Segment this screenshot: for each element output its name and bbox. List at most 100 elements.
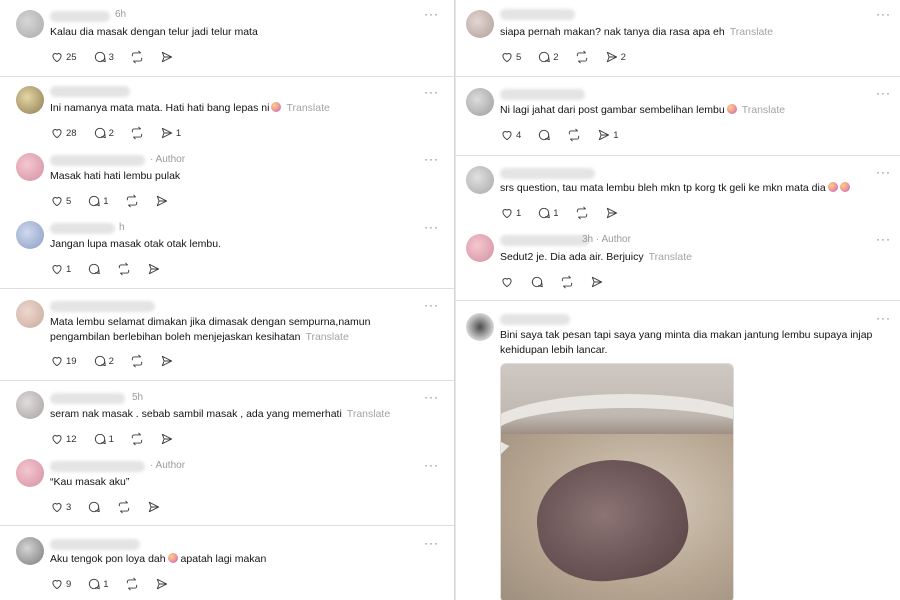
more-options-icon[interactable]: ··· [876, 86, 891, 100]
username[interactable] [500, 314, 570, 325]
reply-button[interactable]: 1 [537, 206, 559, 220]
reply-post[interactable]: ··· srs question, tau mata lembu bleh mk… [456, 156, 900, 226]
reply-post[interactable]: ··· Bini saya tak pesan tapi saya yang m… [456, 301, 900, 600]
reply-button[interactable] [87, 500, 101, 514]
username[interactable] [500, 168, 595, 179]
username[interactable] [50, 461, 145, 472]
reply-button[interactable]: 3 [93, 50, 114, 64]
reply-post[interactable]: ··· siapa pernah makan? nak tanya dia ra… [456, 0, 900, 76]
like-button[interactable]: 4 [500, 128, 521, 142]
translate-link[interactable]: Translate [286, 102, 329, 114]
reply-button[interactable]: 1 [87, 194, 109, 208]
more-options-icon[interactable]: ··· [876, 232, 891, 246]
translate-link[interactable]: Translate [347, 408, 390, 420]
reply-post[interactable]: · Author ··· Masak hati hati lembu pulak… [0, 147, 454, 215]
more-options-icon[interactable]: ··· [424, 220, 439, 234]
more-options-icon[interactable]: ··· [424, 458, 439, 472]
more-options-icon[interactable]: ··· [424, 85, 439, 99]
avatar[interactable] [16, 300, 44, 328]
more-options-icon[interactable]: ··· [424, 298, 439, 312]
repost-button[interactable] [125, 194, 139, 208]
like-button[interactable] [500, 275, 514, 289]
post-photo[interactable] [500, 363, 734, 600]
more-options-icon[interactable]: ··· [876, 165, 891, 179]
share-button[interactable] [160, 354, 174, 368]
share-button[interactable] [147, 500, 161, 514]
share-button[interactable] [147, 262, 161, 276]
reply-post[interactable]: 3h · Author ··· Sedut2 je. Dia ada air. … [456, 226, 900, 300]
more-options-icon[interactable]: ··· [424, 390, 439, 404]
more-options-icon[interactable]: ··· [424, 152, 439, 166]
share-button[interactable] [160, 432, 174, 446]
avatar[interactable] [16, 86, 44, 114]
reply-button[interactable]: 2 [93, 126, 114, 140]
repost-button[interactable] [130, 126, 144, 140]
avatar[interactable] [466, 88, 494, 116]
reply-button[interactable]: 1 [93, 432, 114, 446]
reply-button[interactable]: 2 [93, 354, 114, 368]
username[interactable] [50, 301, 155, 312]
more-options-icon[interactable]: ··· [424, 7, 439, 21]
avatar[interactable] [16, 537, 44, 565]
reply-button[interactable] [530, 275, 544, 289]
share-button[interactable]: 1 [597, 128, 619, 142]
like-button[interactable]: 3 [50, 500, 71, 514]
avatar[interactable] [16, 153, 44, 181]
avatar[interactable] [466, 234, 494, 262]
reply-post[interactable]: 6h ··· Kalau dia masak dengan telur jadi… [0, 0, 454, 76]
repost-button[interactable] [125, 577, 139, 591]
repost-button[interactable] [117, 262, 131, 276]
reply-button[interactable] [87, 262, 101, 276]
username[interactable] [50, 223, 115, 234]
reply-post[interactable]: ··· Ini namanya mata mata. Hati hati ban… [0, 77, 454, 147]
repost-button[interactable] [117, 500, 131, 514]
like-button[interactable]: 5 [50, 194, 71, 208]
like-button[interactable]: 9 [50, 577, 71, 591]
username[interactable] [50, 11, 110, 22]
avatar[interactable] [16, 459, 44, 487]
avatar[interactable] [466, 166, 494, 194]
translate-link[interactable]: Translate [649, 251, 692, 263]
like-button[interactable]: 28 [50, 126, 77, 140]
reply-button[interactable]: 2 [537, 50, 559, 64]
repost-button[interactable] [560, 275, 574, 289]
username[interactable] [500, 89, 585, 100]
share-button[interactable] [605, 206, 619, 220]
username[interactable] [500, 9, 575, 20]
like-button[interactable]: 1 [500, 206, 521, 220]
avatar[interactable] [16, 391, 44, 419]
more-options-icon[interactable]: ··· [876, 311, 891, 325]
share-button[interactable] [590, 275, 604, 289]
like-button[interactable]: 19 [50, 354, 77, 368]
repost-button[interactable] [567, 128, 581, 142]
reply-post[interactable]: h ··· Jangan lupa masak otak otak lembu.… [0, 215, 454, 288]
repost-button[interactable] [575, 206, 589, 220]
reply-button[interactable] [537, 128, 551, 142]
repost-button[interactable] [575, 50, 589, 64]
reply-post[interactable]: 5h ··· seram nak masak . sebab sambil ma… [0, 381, 454, 453]
more-options-icon[interactable]: ··· [424, 536, 439, 550]
repost-button[interactable] [130, 354, 144, 368]
share-button[interactable] [160, 50, 176, 64]
reply-button[interactable]: 1 [87, 577, 109, 591]
like-button[interactable]: 1 [50, 262, 71, 276]
share-button[interactable]: 2 [605, 50, 626, 64]
avatar[interactable] [466, 313, 494, 341]
username[interactable] [50, 539, 140, 550]
like-button[interactable]: 5 [500, 50, 521, 64]
more-options-icon[interactable]: ··· [876, 7, 891, 21]
username[interactable] [50, 86, 130, 97]
avatar[interactable] [16, 10, 44, 38]
translate-link[interactable]: Translate [730, 26, 773, 38]
reply-post[interactable]: ··· Aku tengok pon loya dah apatah lagi … [0, 526, 454, 600]
repost-button[interactable] [130, 50, 144, 64]
reply-post[interactable]: ··· Ni lagi jahat dari post gambar sembe… [456, 77, 900, 155]
username[interactable] [50, 393, 125, 404]
avatar[interactable] [466, 10, 494, 38]
translate-link[interactable]: Translate [305, 331, 348, 343]
like-button[interactable]: 25 [50, 50, 77, 64]
username[interactable] [500, 235, 590, 246]
share-button[interactable] [155, 577, 169, 591]
reply-post[interactable]: · Author ··· “Kau masak aku” 3 [0, 453, 454, 525]
translate-link[interactable]: Translate [742, 104, 785, 116]
